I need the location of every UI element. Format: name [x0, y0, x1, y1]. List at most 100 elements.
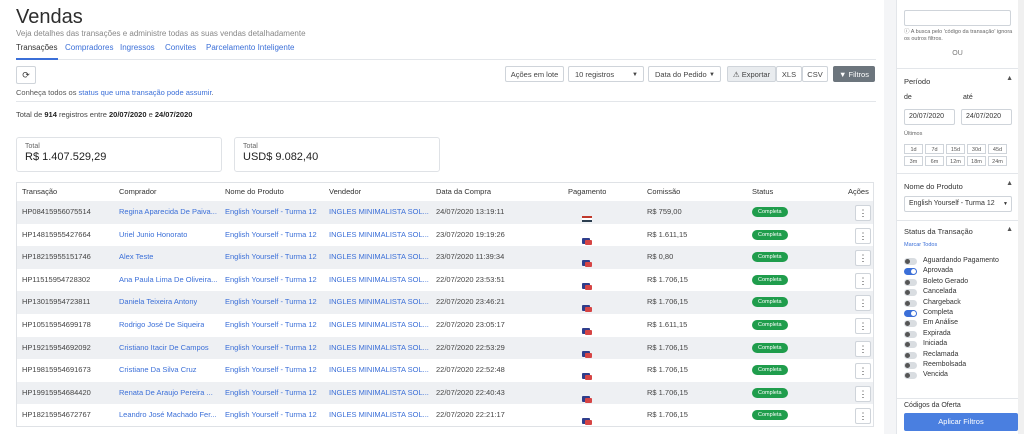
product-link[interactable]: English Yourself - Turma 12	[225, 201, 317, 224]
tab-compradores[interactable]: Compradores	[65, 43, 113, 58]
status-toggle[interactable]	[904, 351, 917, 359]
transaction-code-input[interactable]	[904, 10, 1011, 26]
buyer-link[interactable]: Rodrigo José De Siqueira	[119, 314, 204, 337]
sort-select[interactable]: Data do Pedido ▼	[648, 66, 721, 82]
buyer-link[interactable]: Leandro José Machado Fer...	[119, 404, 217, 427]
xls-button[interactable]: XLS	[776, 66, 802, 82]
purchase-date: 22/07/2020 22:40:43	[436, 387, 505, 397]
seller-link[interactable]: INGLES MINIMALISTA SOL...	[329, 382, 429, 405]
chevron-up-icon[interactable]: ▲	[1006, 75, 1013, 82]
quick-period-3m[interactable]: 3m	[904, 156, 923, 166]
status-toggle[interactable]	[904, 258, 917, 265]
status-toggle[interactable]	[904, 362, 917, 369]
quick-period-15d[interactable]: 15d	[946, 144, 965, 154]
apply-filters-button[interactable]: Aplicar Filtros	[904, 413, 1018, 431]
scrollbar[interactable]	[1018, 0, 1024, 434]
seller-link[interactable]: INGLES MINIMALISTA SOL...	[329, 291, 429, 314]
status-badge: Completa	[752, 229, 788, 240]
row-actions-button[interactable]: ⋮	[855, 227, 871, 244]
quick-period-12m[interactable]: 12m	[946, 156, 965, 166]
status-info-link[interactable]: status que uma transação pode assumir	[79, 88, 212, 97]
product-link[interactable]: English Yourself - Turma 12	[225, 337, 317, 360]
info-icon: ⓘ	[904, 29, 911, 35]
status-toggle[interactable]	[904, 299, 917, 307]
buyer-link[interactable]: Regina Aparecida De Paiva...	[119, 201, 217, 224]
row-actions-button[interactable]: ⋮	[855, 272, 871, 289]
tab-convites[interactable]: Convites	[165, 43, 196, 58]
product-link[interactable]: English Yourself - Turma 12	[225, 314, 317, 337]
chevron-up-icon[interactable]: ▲	[1006, 226, 1013, 233]
chevron-up-icon[interactable]: ▲	[1006, 180, 1013, 187]
status-toggle[interactable]	[904, 372, 917, 380]
seller-link[interactable]: INGLES MINIMALISTA SOL...	[329, 224, 429, 247]
commission: R$ 1.706,15	[647, 274, 688, 284]
mark-all-link[interactable]: Marcar Todos	[904, 242, 937, 248]
buyer-link[interactable]: Ana Paula Lima De Oliveira...	[119, 269, 217, 292]
quick-period-1d[interactable]: 1d	[904, 144, 923, 154]
status-toggle[interactable]	[904, 320, 917, 328]
product-link[interactable]: English Yourself - Turma 12	[225, 246, 317, 269]
tab-ingressos[interactable]: Ingressos	[120, 43, 155, 58]
row-actions-button[interactable]: ⋮	[855, 385, 871, 402]
seller-link[interactable]: INGLES MINIMALISTA SOL...	[329, 269, 429, 292]
date-to-input[interactable]: 24/07/2020	[961, 109, 1012, 125]
quick-period-24m[interactable]: 24m	[988, 156, 1007, 166]
product-link[interactable]: English Yourself - Turma 12	[225, 269, 317, 292]
product-link[interactable]: English Yourself - Turma 12	[225, 359, 317, 382]
sort-value: Data do Pedido	[655, 70, 707, 79]
filters-button[interactable]: ▼ Filtros	[833, 66, 875, 82]
kebab-icon: ⋮	[858, 230, 868, 241]
product-link[interactable]: English Yourself - Turma 12	[225, 224, 317, 247]
status-cell: Completa	[752, 224, 788, 247]
row-actions-button[interactable]: ⋮	[855, 318, 871, 334]
bulk-actions-button[interactable]: Ações em lote	[505, 66, 564, 82]
row-actions-button[interactable]: ⋮	[855, 205, 871, 221]
status-toggle[interactable]	[904, 289, 917, 297]
refresh-button[interactable]: ⟳	[16, 66, 36, 84]
card-label: Total	[25, 143, 40, 150]
date-from-input[interactable]: 20/07/2020	[904, 109, 955, 125]
commission: R$ 1.706,15	[647, 365, 688, 375]
seller-link[interactable]: INGLES MINIMALISTA SOL...	[329, 201, 429, 224]
seller-link[interactable]: INGLES MINIMALISTA SOL...	[329, 404, 429, 427]
quick-period-6m[interactable]: 6m	[925, 156, 944, 166]
tab-parcelamento[interactable]: Parcelamento Inteligente	[206, 43, 295, 58]
status-toggle[interactable]	[904, 278, 917, 286]
toggle-knob	[905, 373, 910, 379]
seller-link[interactable]: INGLES MINIMALISTA SOL...	[329, 246, 429, 269]
per-page-select[interactable]: 10 registros ▼	[568, 66, 644, 82]
product-link[interactable]: English Yourself - Turma 12	[225, 382, 317, 405]
buyer-link[interactable]: Cristiane Da Silva Cruz	[119, 359, 197, 382]
row-actions-button[interactable]: ⋮	[855, 363, 871, 380]
product-link[interactable]: English Yourself - Turma 12	[225, 291, 317, 314]
seller-link[interactable]: INGLES MINIMALISTA SOL...	[329, 314, 429, 337]
status-toggle[interactable]	[904, 330, 917, 338]
tab-transacoes[interactable]: Transações	[16, 43, 58, 60]
status-toggle[interactable]	[904, 310, 917, 317]
buyer-link[interactable]: Alex Teste	[119, 246, 153, 269]
status-toggle[interactable]	[904, 341, 917, 349]
seller-link[interactable]: INGLES MINIMALISTA SOL...	[329, 359, 429, 382]
export-button[interactable]: ⚠ Exportar	[727, 66, 776, 82]
status-cell: Completa	[752, 269, 788, 292]
status-toggle-label: Aguardando Pagamento	[923, 257, 999, 264]
status-toggle-label: Boleto Gerado	[923, 277, 969, 285]
csv-button[interactable]: CSV	[802, 66, 828, 82]
seller-link[interactable]: INGLES MINIMALISTA SOL...	[329, 337, 429, 360]
buyer-link[interactable]: Cristiano Itacir De Campos	[119, 337, 209, 360]
product-select[interactable]: English Yourself - Turma 12 ▼	[904, 196, 1012, 212]
status-toggle[interactable]	[904, 268, 917, 276]
row-actions-button[interactable]: ⋮	[855, 408, 871, 425]
buyer-link[interactable]: Daniela Teixeira Antony	[119, 291, 197, 314]
product-link[interactable]: English Yourself - Turma 12	[225, 404, 317, 427]
quick-period-7d[interactable]: 7d	[925, 144, 944, 154]
commission: R$ 1.611,15	[647, 229, 688, 239]
buyer-link[interactable]: Renata De Araujo Pereira ...	[119, 382, 213, 405]
quick-period-18m[interactable]: 18m	[967, 156, 986, 166]
quick-period-30d[interactable]: 30d	[967, 144, 986, 154]
row-actions-button[interactable]: ⋮	[855, 340, 871, 357]
row-actions-button[interactable]: ⋮	[855, 295, 871, 312]
row-actions-button[interactable]: ⋮	[855, 250, 871, 267]
buyer-link[interactable]: Uriel Junio Honorato	[119, 224, 187, 247]
quick-period-45d[interactable]: 45d	[988, 144, 1007, 154]
